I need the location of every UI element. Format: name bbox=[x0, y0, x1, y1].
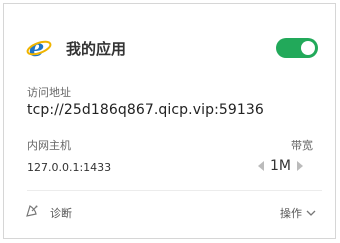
divider bbox=[27, 190, 322, 191]
lan-host-value: 127.0.0.1:1433 bbox=[27, 161, 112, 174]
access-address-label: 访问地址 bbox=[27, 86, 71, 99]
access-address-value: tcp://25d186q867.qicp.vip:59136 bbox=[27, 102, 264, 118]
app-title: 我的应用 bbox=[66, 40, 127, 58]
toggle-knob bbox=[301, 41, 315, 55]
bandwidth-stepper: 1M bbox=[258, 156, 303, 176]
diagnose-icon[interactable] bbox=[24, 203, 40, 219]
increase-bandwidth-icon[interactable] bbox=[297, 161, 303, 171]
operations-dropdown[interactable]: 操作 bbox=[280, 205, 316, 221]
lan-host-label: 内网主机 bbox=[27, 139, 71, 152]
bandwidth-value: 1M bbox=[270, 158, 291, 174]
diagnose-button[interactable]: 诊断 bbox=[50, 205, 72, 221]
operations-label: 操作 bbox=[280, 207, 302, 220]
bandwidth-label: 带宽 bbox=[291, 139, 313, 152]
internet-explorer-icon: e bbox=[26, 34, 52, 60]
app-card: e 我的应用 访问地址 tcp://25d186q867.qicp.vip:59… bbox=[3, 3, 336, 239]
chevron-down-icon bbox=[306, 210, 316, 216]
app-enable-toggle[interactable] bbox=[276, 38, 318, 58]
decrease-bandwidth-icon[interactable] bbox=[258, 161, 264, 171]
